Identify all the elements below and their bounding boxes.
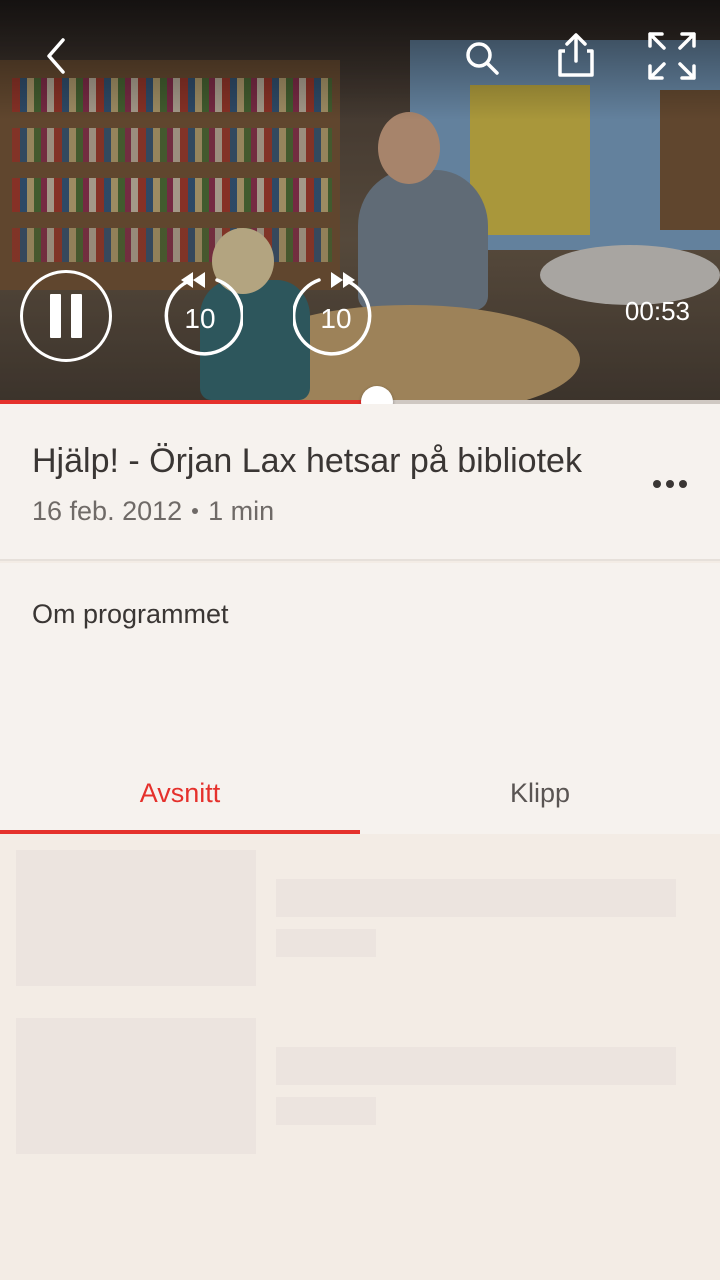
top-scrim xyxy=(0,0,720,120)
thumbnail-placeholder xyxy=(16,1018,256,1154)
subtitle-placeholder xyxy=(276,929,376,957)
program-info: Hjälp! - Örjan Lax hetsar på bibliotek 1… xyxy=(0,404,720,561)
episode-list xyxy=(0,834,720,1280)
pause-icon xyxy=(45,294,87,338)
program-duration: 1 min xyxy=(208,496,275,526)
pause-button[interactable] xyxy=(20,270,112,362)
search-button[interactable] xyxy=(456,32,508,84)
share-icon xyxy=(558,33,594,77)
title-placeholder xyxy=(276,879,676,917)
fullscreen-icon xyxy=(648,32,696,80)
back-icon xyxy=(47,38,65,74)
list-item-placeholder xyxy=(16,850,704,986)
tab-klipp[interactable]: Klipp xyxy=(360,753,720,834)
video-player[interactable]: 10 10 00:53 xyxy=(0,0,720,400)
program-date: 16 feb. 2012 xyxy=(32,496,183,526)
more-options-button[interactable] xyxy=(650,464,690,504)
forward-10-button[interactable]: 10 xyxy=(293,270,379,362)
about-section: Om programmet xyxy=(0,563,720,753)
back-button[interactable] xyxy=(30,30,82,82)
program-meta: 16 feb. 2012 1 min xyxy=(32,496,274,527)
list-item-placeholder xyxy=(16,1018,704,1154)
share-button[interactable] xyxy=(548,28,604,84)
program-title: Hjälp! - Örjan Lax hetsar på bibliotek xyxy=(32,442,582,480)
thumbnail-placeholder xyxy=(16,850,256,986)
forward-seconds: 10 xyxy=(320,303,352,334)
elapsed-time: 00:53 xyxy=(624,296,690,326)
tab-bar: Avsnitt Klipp xyxy=(0,753,720,834)
rewind-seconds: 10 xyxy=(184,303,216,334)
title-placeholder xyxy=(276,1047,676,1085)
more-options-icon xyxy=(653,480,687,488)
tab-avsnitt[interactable]: Avsnitt xyxy=(0,753,360,834)
search-icon xyxy=(466,42,499,75)
fullscreen-button[interactable] xyxy=(644,28,700,84)
about-program-label[interactable]: Om programmet xyxy=(32,599,229,630)
subtitle-placeholder xyxy=(276,1097,376,1125)
rewind-10-button[interactable]: 10 xyxy=(157,270,243,362)
separator-dot xyxy=(192,507,199,514)
